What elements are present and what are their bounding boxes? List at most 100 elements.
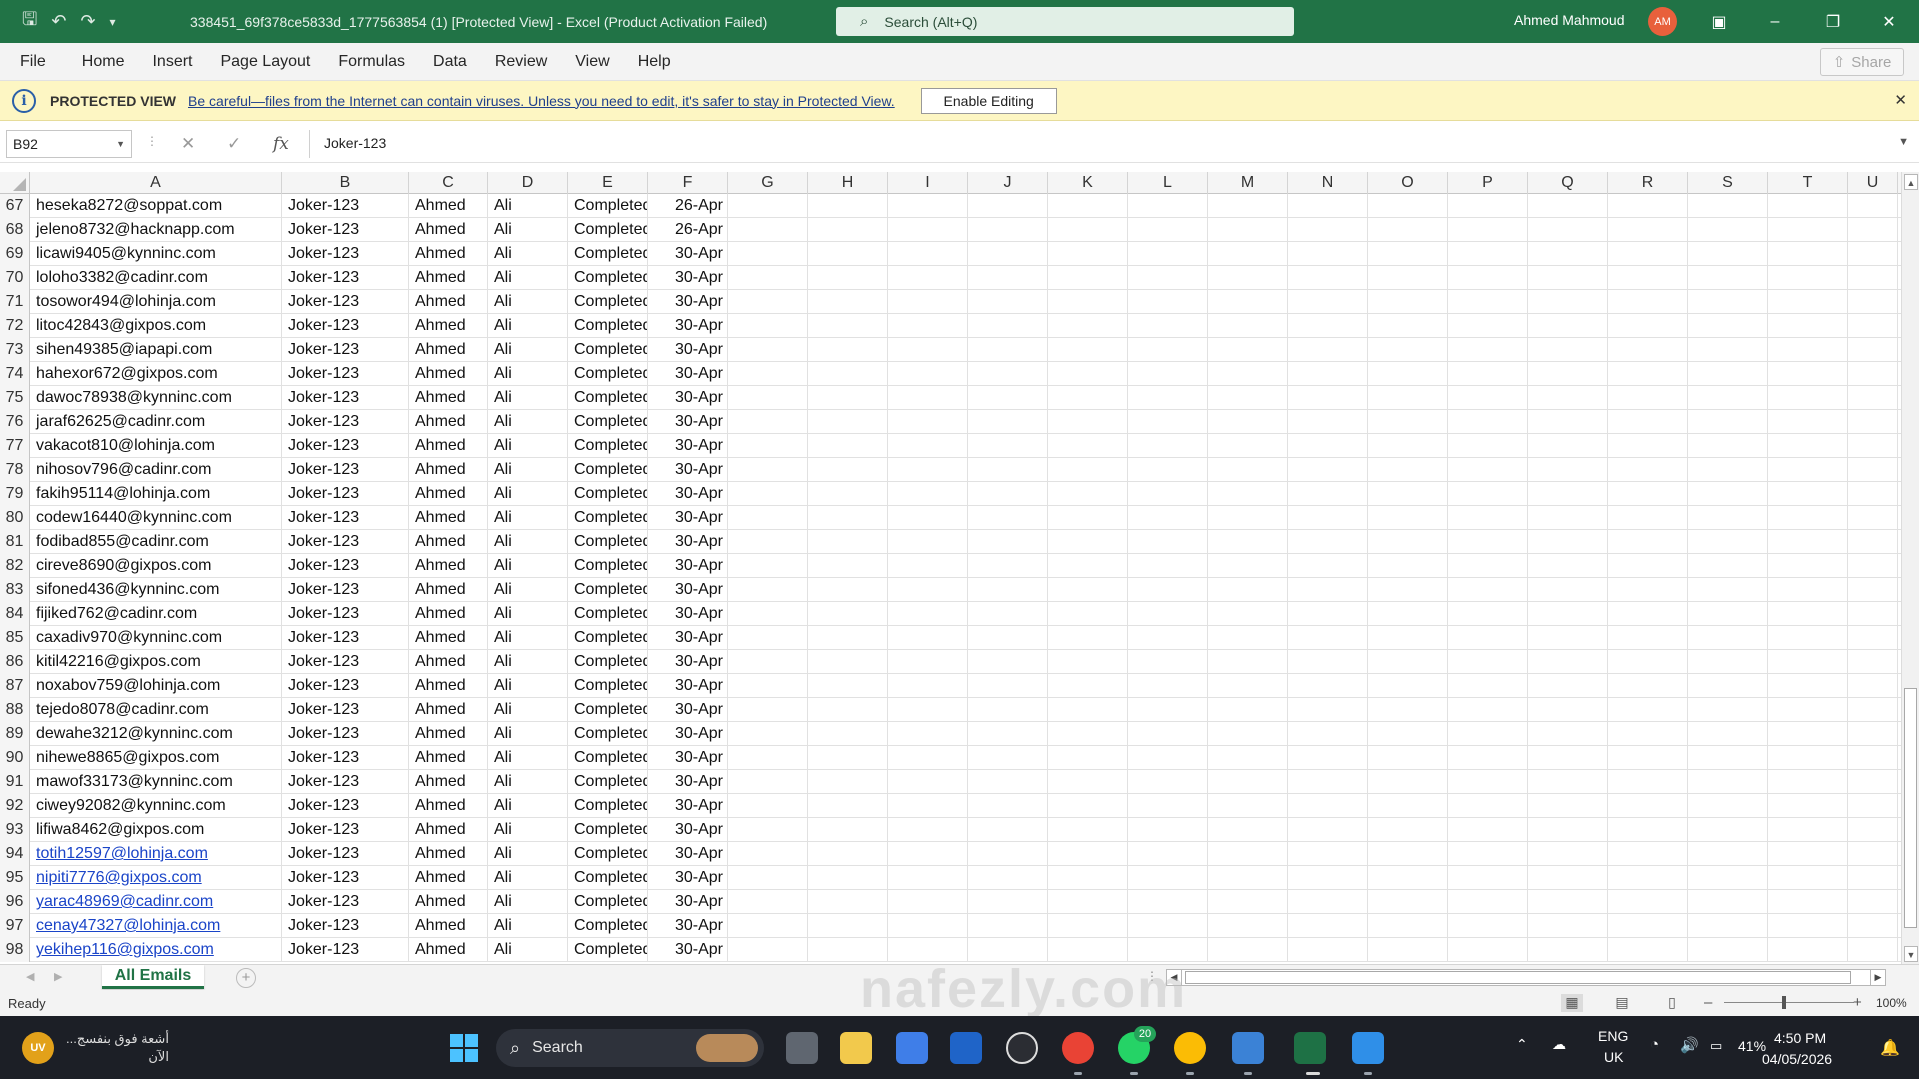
cell-m[interactable]	[1208, 914, 1288, 938]
cell-g[interactable]	[728, 290, 808, 314]
page-layout-view-icon[interactable]: ▤	[1611, 994, 1633, 1012]
cell-k[interactable]	[1048, 362, 1128, 386]
close-icon[interactable]: ✕	[1894, 91, 1907, 109]
cell-k[interactable]	[1048, 746, 1128, 770]
zoom-slider[interactable]	[1724, 1002, 1854, 1003]
column-header-i[interactable]: I	[888, 172, 968, 194]
cell-s[interactable]	[1688, 890, 1768, 914]
cell-j[interactable]	[968, 530, 1048, 554]
cell-l[interactable]	[1128, 194, 1208, 218]
row-header[interactable]: 85	[0, 626, 30, 650]
cell-g[interactable]	[728, 554, 808, 578]
column-header-s[interactable]: S	[1688, 172, 1768, 194]
cell-h[interactable]	[808, 626, 888, 650]
horizontal-scrollbar[interactable]: ◀ ▶	[1166, 969, 1886, 986]
cell-p[interactable]	[1448, 674, 1528, 698]
cell-l[interactable]	[1128, 578, 1208, 602]
cell-r[interactable]	[1608, 650, 1688, 674]
cell-f[interactable]: 26-Apr	[648, 218, 728, 242]
cell-h[interactable]	[808, 770, 888, 794]
excel-icon[interactable]	[1294, 1032, 1326, 1064]
cell-e[interactable]: Completed	[568, 362, 648, 386]
cell-q[interactable]	[1528, 794, 1608, 818]
cell-k[interactable]	[1048, 386, 1128, 410]
cell-b[interactable]: Joker-123	[282, 530, 409, 554]
row-header[interactable]: 97	[0, 914, 30, 938]
cell-u[interactable]	[1848, 530, 1898, 554]
cell-j[interactable]	[968, 626, 1048, 650]
cell-o[interactable]	[1368, 266, 1448, 290]
row-header[interactable]: 75	[0, 386, 30, 410]
cell-i[interactable]	[888, 218, 968, 242]
cell-f[interactable]: 30-Apr	[648, 482, 728, 506]
cell-s[interactable]	[1688, 290, 1768, 314]
cell-f[interactable]: 30-Apr	[648, 890, 728, 914]
cell-j[interactable]	[968, 338, 1048, 362]
cell-d[interactable]: Ali	[488, 794, 568, 818]
row-header[interactable]: 79	[0, 482, 30, 506]
expand-formula-icon[interactable]: ▼	[1898, 136, 1909, 148]
cell-m[interactable]	[1208, 698, 1288, 722]
cell-f[interactable]: 30-Apr	[648, 938, 728, 962]
cell-d[interactable]: Ali	[488, 458, 568, 482]
cell-l[interactable]	[1128, 410, 1208, 434]
cell-p[interactable]	[1448, 290, 1528, 314]
cell-m[interactable]	[1208, 818, 1288, 842]
cell-i[interactable]	[888, 314, 968, 338]
cell-g[interactable]	[728, 506, 808, 530]
cell-t[interactable]	[1768, 386, 1848, 410]
cell-f[interactable]: 30-Apr	[648, 266, 728, 290]
undo-icon[interactable]: ↶	[51, 11, 66, 32]
cell-j[interactable]	[968, 602, 1048, 626]
cell-h[interactable]	[808, 530, 888, 554]
cell-n[interactable]	[1288, 578, 1368, 602]
cell-m[interactable]	[1208, 410, 1288, 434]
cell-b[interactable]: Joker-123	[282, 458, 409, 482]
cell-l[interactable]	[1128, 290, 1208, 314]
cell-f[interactable]: 30-Apr	[648, 530, 728, 554]
cell-m[interactable]	[1208, 938, 1288, 962]
cell-k[interactable]	[1048, 410, 1128, 434]
cell-p[interactable]	[1448, 626, 1528, 650]
cell-r[interactable]	[1608, 674, 1688, 698]
cell-u[interactable]	[1848, 314, 1898, 338]
cell-n[interactable]	[1288, 626, 1368, 650]
cell-i[interactable]	[888, 434, 968, 458]
cell-e[interactable]: Completed	[568, 770, 648, 794]
cell-q[interactable]	[1528, 506, 1608, 530]
row-header[interactable]: 96	[0, 890, 30, 914]
cell-l[interactable]	[1128, 722, 1208, 746]
cell-h[interactable]	[808, 434, 888, 458]
cell-h[interactable]	[808, 578, 888, 602]
cell-e[interactable]: Completed	[568, 530, 648, 554]
cell-n[interactable]	[1288, 290, 1368, 314]
cell-s[interactable]	[1688, 818, 1768, 842]
tab-formulas[interactable]: Formulas	[324, 53, 419, 71]
cell-u[interactable]	[1848, 242, 1898, 266]
cell-p[interactable]	[1448, 914, 1528, 938]
cell-f[interactable]: 30-Apr	[648, 698, 728, 722]
cell-t[interactable]	[1768, 554, 1848, 578]
cell-r[interactable]	[1608, 194, 1688, 218]
cell-j[interactable]	[968, 890, 1048, 914]
cell-d[interactable]: Ali	[488, 434, 568, 458]
cell-a[interactable]: hahexor672@gixpos.com	[30, 362, 282, 386]
cell-l[interactable]	[1128, 458, 1208, 482]
cell-p[interactable]	[1448, 218, 1528, 242]
cell-k[interactable]	[1048, 818, 1128, 842]
cell-p[interactable]	[1448, 482, 1528, 506]
cell-d[interactable]: Ali	[488, 530, 568, 554]
cell-b[interactable]: Joker-123	[282, 938, 409, 962]
cell-t[interactable]	[1768, 314, 1848, 338]
column-header-n[interactable]: N	[1288, 172, 1368, 194]
chrome-profile-icon[interactable]	[1174, 1032, 1206, 1064]
cell-q[interactable]	[1528, 938, 1608, 962]
tab-page-layout[interactable]: Page Layout	[206, 53, 324, 71]
cell-p[interactable]	[1448, 266, 1528, 290]
cell-e[interactable]: Completed	[568, 410, 648, 434]
cell-r[interactable]	[1608, 482, 1688, 506]
cell-i[interactable]	[888, 818, 968, 842]
clock-date[interactable]: 04/05/2026	[1762, 1051, 1832, 1067]
cell-u[interactable]	[1848, 818, 1898, 842]
cell-k[interactable]	[1048, 266, 1128, 290]
